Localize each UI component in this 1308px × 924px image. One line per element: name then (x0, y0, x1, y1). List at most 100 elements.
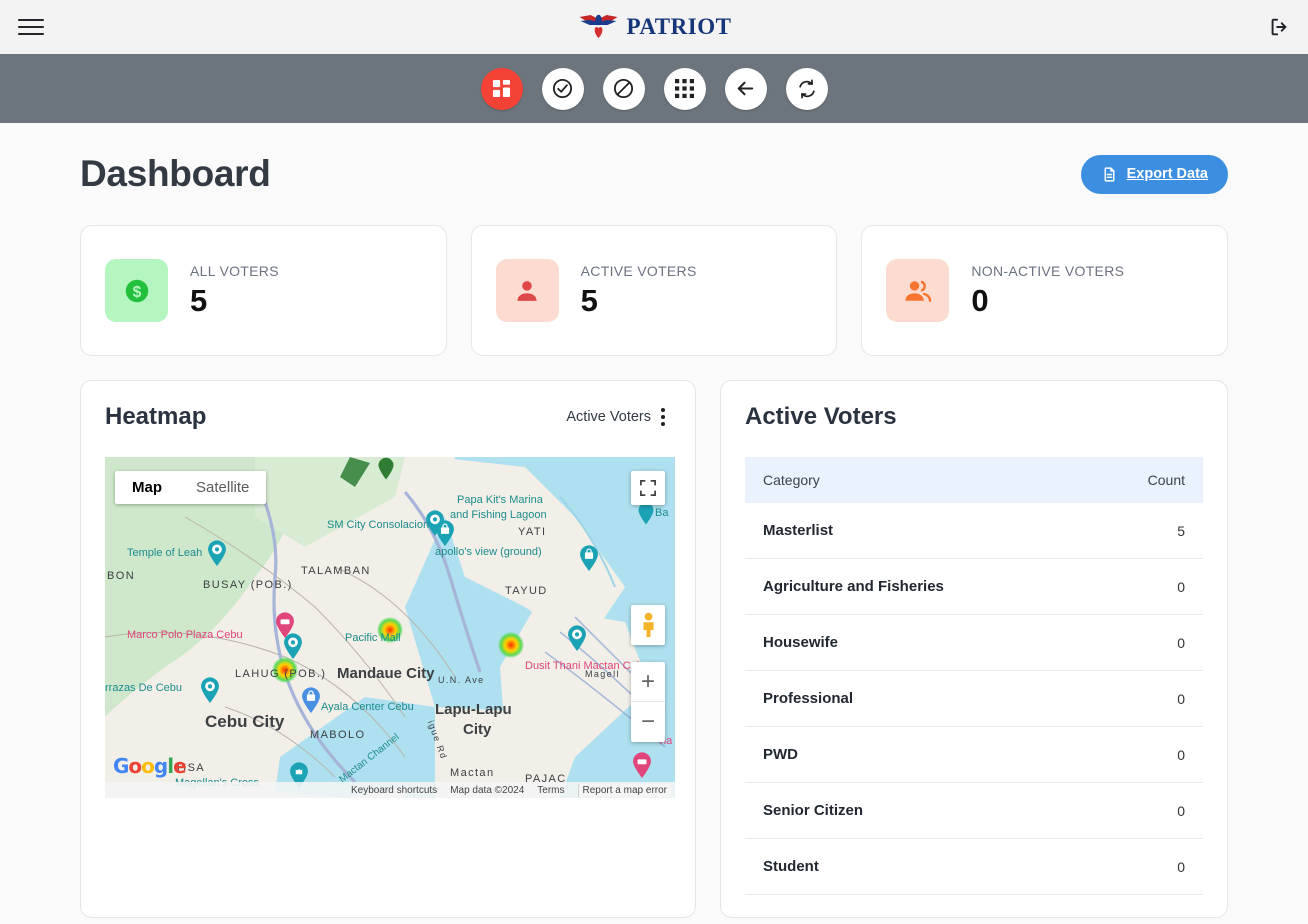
map-label: and Fishing Lagoon (450, 509, 547, 521)
page-body: Dashboard Export Data $ ALL VOTERS 5 (0, 123, 1308, 918)
app-header: PATRIOT (0, 0, 1308, 54)
map-label: BUSAY (POB.) (203, 579, 293, 591)
map-label: City (463, 721, 491, 738)
table-body: Masterlist 5 Agriculture and Fisheries 0… (745, 503, 1203, 895)
map-type-map[interactable]: Map (115, 471, 179, 504)
heat-hotspot (498, 632, 524, 658)
table-row[interactable]: Masterlist 5 (745, 503, 1203, 559)
sync-icon (796, 78, 818, 100)
table-row[interactable]: Professional 0 (745, 671, 1203, 727)
stat-card-non-active-voters[interactable]: NON-ACTIVE VOTERS 0 (861, 225, 1228, 356)
column-count: Count (1087, 457, 1203, 503)
keyboard-shortcuts-link[interactable]: Keyboard shortcuts (351, 785, 437, 796)
eagle-logo-icon (577, 12, 621, 42)
row-category: PWD (745, 727, 1087, 783)
action-toolbar (0, 54, 1308, 123)
no-entry-icon (612, 77, 635, 100)
logout-icon[interactable] (1268, 16, 1290, 38)
svg-text:$: $ (132, 283, 141, 300)
map-label: Mactan (450, 767, 494, 779)
row-count: 0 (1087, 615, 1203, 671)
page-title: Dashboard (80, 153, 271, 195)
map-label: SM City Consolacion (327, 519, 429, 531)
toolbar-approved-button[interactable] (542, 68, 584, 110)
map-label: Ba (655, 507, 668, 519)
brand-logo: PATRIOT (577, 12, 732, 42)
map-label: TAYUD (505, 585, 548, 597)
table-head: Category Count (745, 457, 1203, 503)
all-voters-label: ALL VOTERS (190, 263, 279, 279)
poi-pin-shop[interactable] (579, 545, 599, 571)
poi-pin-shop[interactable] (301, 687, 321, 713)
apps-grid-icon (675, 79, 694, 98)
all-voters-icon-tile: $ (105, 259, 168, 322)
dashboard-panels: Heatmap Active Voters (34, 380, 1274, 918)
all-voters-value: 5 (190, 283, 279, 319)
report-map-error-link[interactable]: Report a map error (578, 784, 671, 797)
map-label: apollo's view (ground) (435, 546, 542, 558)
stat-card-all-voters[interactable]: $ ALL VOTERS 5 (80, 225, 447, 356)
map-label: Lapu-Lapu (435, 701, 512, 718)
map-type-satellite[interactable]: Satellite (179, 471, 266, 504)
map-label: Ayala Center Cebu (321, 701, 414, 713)
poi-pin-camera[interactable] (207, 540, 227, 566)
row-count: 0 (1087, 839, 1203, 895)
active-voters-panel: Active Voters Category Count Masterlist … (720, 380, 1228, 918)
toolbar-apps-button[interactable] (664, 68, 706, 110)
person-icon (513, 277, 541, 305)
table-row[interactable]: Senior Citizen 0 (745, 783, 1203, 839)
table-row[interactable]: Student 0 (745, 839, 1203, 895)
stat-card-active-voters[interactable]: ACTIVE VOTERS 5 (471, 225, 838, 356)
map-label: Mandaue City (337, 665, 435, 682)
row-category: Student (745, 839, 1087, 895)
column-category: Category (745, 457, 1087, 503)
active-voters-title: Active Voters (745, 403, 897, 431)
brand-name: PATRIOT (627, 14, 732, 40)
check-circle-icon (551, 77, 574, 100)
map-label: rrazas De Cebu (105, 682, 182, 694)
export-data-button[interactable]: Export Data (1081, 155, 1228, 194)
map-attribution-bar: Keyboard shortcuts Map data ©2024 Terms … (105, 782, 675, 798)
zoom-out-button[interactable]: − (631, 702, 665, 742)
poi-pin-hotel[interactable] (632, 752, 652, 778)
toolbar-dashboard-button[interactable] (481, 68, 523, 110)
street-view-pegman-button[interactable] (631, 605, 665, 645)
zoom-in-button[interactable]: + (631, 662, 665, 702)
page-header: Dashboard Export Data (34, 153, 1274, 195)
poi-pin-park[interactable] (377, 457, 395, 481)
people-group-icon (903, 276, 933, 306)
map-label: Cebu City (205, 712, 284, 732)
google-watermark: Google (113, 754, 186, 778)
map-data-text: Map data ©2024 (450, 785, 524, 796)
toolbar-sync-button[interactable] (786, 68, 828, 110)
map-label: TALAMBAN (301, 565, 371, 577)
kebab-menu-icon[interactable] (655, 406, 671, 428)
heatmap-map[interactable]: Temple of Leah BON BUSAY (POB.) TALAMBAN… (105, 457, 675, 798)
non-active-voters-icon-tile (886, 259, 949, 322)
terms-link[interactable]: Terms (537, 785, 564, 796)
toolbar-blocked-button[interactable] (603, 68, 645, 110)
poi-pin-camera[interactable] (200, 677, 220, 703)
toolbar-back-button[interactable] (725, 68, 767, 110)
hamburger-menu-icon[interactable] (18, 14, 44, 40)
active-voters-table: Category Count Masterlist 5 Agriculture … (745, 457, 1203, 895)
stat-cards: $ ALL VOTERS 5 ACTIVE VOTERS 5 (34, 225, 1274, 356)
map-label: BON (107, 570, 135, 582)
table-row[interactable]: Agriculture and Fisheries 0 (745, 559, 1203, 615)
poi-pin-camera[interactable] (567, 625, 587, 651)
fullscreen-button[interactable] (631, 471, 665, 505)
table-row[interactable]: PWD 0 (745, 727, 1203, 783)
row-count: 0 (1087, 783, 1203, 839)
table-row[interactable]: Housewife 0 (745, 615, 1203, 671)
row-count: 5 (1087, 503, 1203, 559)
heatmap-title: Heatmap (105, 403, 206, 431)
row-category: Professional (745, 671, 1087, 727)
poi-pin-hotel[interactable] (275, 612, 295, 638)
poi-pin-park[interactable] (637, 502, 655, 526)
row-category: Senior Citizen (745, 783, 1087, 839)
map-label: U.N. Ave (438, 675, 485, 685)
map-label: Temple of Leah (127, 547, 202, 559)
map-zoom-control: + − (631, 662, 665, 742)
heatmap-filter-label: Active Voters (566, 409, 651, 425)
active-voters-header: Active Voters (745, 403, 1203, 431)
